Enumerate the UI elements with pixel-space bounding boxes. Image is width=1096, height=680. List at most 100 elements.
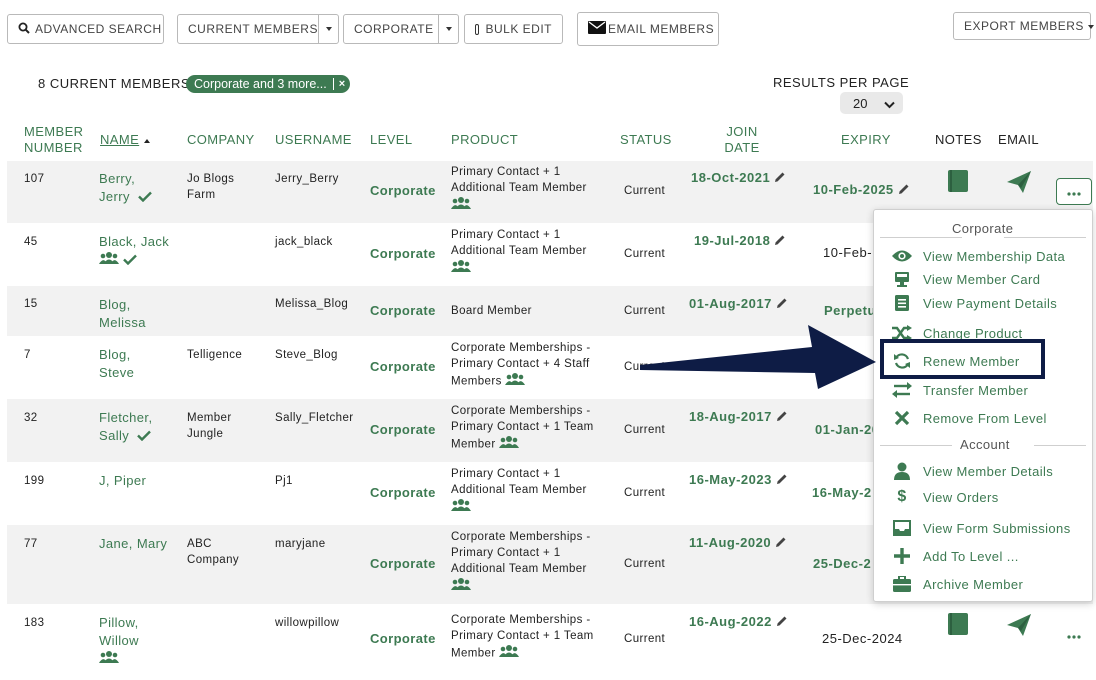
card-icon (892, 270, 912, 288)
notes-icon[interactable] (947, 612, 969, 641)
pencil-icon[interactable] (776, 473, 788, 489)
join-date[interactable]: 18-Oct-2021 (691, 170, 786, 187)
pencil-icon[interactable] (776, 297, 788, 313)
row-options-button[interactable] (1056, 178, 1092, 205)
team-icon (451, 498, 587, 517)
sort-ascending-icon (144, 138, 151, 143)
member-count: 8 CURRENT MEMBERS (38, 76, 191, 91)
username: Sally_Fletcher (275, 412, 354, 424)
menu-item-view-orders[interactable]: $ View Orders (892, 487, 999, 507)
member-name-link[interactable]: J, Piper (99, 472, 146, 490)
export-members-button[interactable]: EXPORT MEMBERS (953, 12, 1094, 40)
pencil-icon[interactable] (775, 536, 787, 552)
team-icon (451, 196, 587, 215)
status: Current (624, 185, 666, 197)
pencil-icon[interactable] (774, 234, 786, 250)
menu-item-transfer-member[interactable]: Transfer Member (892, 380, 1028, 400)
menu-item-view-payment-details[interactable]: View Payment Details (892, 293, 1057, 313)
member-name-link[interactable]: Black, Jack (99, 233, 169, 270)
join-date[interactable]: 01-Aug-2017 (689, 296, 788, 313)
join-date[interactable]: 16-Aug-2022 (689, 614, 788, 631)
team-icon (505, 372, 526, 391)
product: Corporate Memberships - Primary Contact +… (451, 529, 591, 596)
menu-item-view-member-card[interactable]: View Member Card (892, 269, 1040, 289)
menu-item-view-form-submissions[interactable]: View Form Submissions (892, 518, 1071, 538)
level: Corporate (370, 359, 436, 374)
join-date[interactable]: 16-May-2023 (689, 472, 788, 489)
current-members-label: CURRENT MEMBERS (188, 22, 318, 36)
member-name-link[interactable]: Fletcher, Sally (99, 409, 152, 446)
pencil-icon[interactable] (776, 410, 788, 426)
username: maryjane (275, 538, 326, 550)
member-number: 107 (24, 173, 45, 185)
chevron-down-icon[interactable] (438, 15, 458, 43)
member-number: 45 (24, 236, 38, 248)
member-name-link[interactable]: Jane, Mary (99, 535, 167, 553)
filter-badge[interactable]: Corporate and 3 more... × (186, 75, 351, 93)
current-members-dropdown[interactable]: CURRENT MEMBERS (177, 14, 339, 44)
member-name-link[interactable]: Blog, Melissa (99, 296, 146, 332)
notes-icon[interactable] (947, 169, 969, 198)
status: Current (624, 248, 666, 260)
member-name-link[interactable]: Berry, Jerry (99, 170, 152, 207)
column-header-notes: NOTES (935, 132, 982, 147)
status: Current (624, 633, 666, 645)
join-date[interactable]: 19-Jul-2018 (694, 233, 786, 250)
pencil-icon[interactable] (898, 183, 910, 199)
divider (1034, 445, 1086, 446)
results-per-page-select[interactable]: 20 (840, 92, 903, 114)
advanced-search-button[interactable]: ADVANCED SEARCH (7, 14, 164, 44)
column-header-join-date[interactable]: JOIN DATE (722, 124, 762, 156)
team-icon (99, 650, 139, 669)
menu-item-archive-member[interactable]: Archive Member (892, 574, 1023, 594)
menu-item-add-to-level[interactable]: Add To Level ... (892, 546, 1019, 566)
team-icon (499, 644, 520, 663)
menu-item-remove-from-level[interactable]: Remove From Level (892, 408, 1047, 428)
send-email-icon[interactable] (1007, 614, 1031, 641)
username: Steve_Blog (275, 349, 338, 361)
pencil-icon[interactable] (776, 615, 788, 631)
column-header-name[interactable]: NAME (100, 132, 151, 148)
level: Corporate (370, 556, 436, 571)
results-per-page-value: 20 (853, 95, 868, 111)
column-header-status[interactable]: STATUS (620, 132, 672, 148)
product: Corporate Memberships - Primary Contact +… (451, 403, 594, 454)
corporate-dropdown[interactable]: CORPORATE (343, 14, 459, 44)
column-header-company[interactable]: COMPANY (187, 132, 255, 148)
bulk-edit-button[interactable]: BULK EDIT (464, 14, 563, 44)
join-date[interactable]: 18-Aug-2017 (689, 409, 788, 426)
chevron-down-icon[interactable] (318, 15, 338, 43)
close-icon[interactable]: × (332, 78, 350, 90)
column-header-member-number[interactable]: MEMBER NUMBER (24, 124, 83, 156)
send-email-icon[interactable] (1007, 171, 1031, 198)
column-header-level[interactable]: LEVEL (370, 132, 412, 148)
menu-section-account: Account (954, 437, 1016, 452)
member-name-link[interactable]: Blog, Steve (99, 346, 134, 382)
column-header-product[interactable]: PRODUCT (451, 132, 518, 148)
status: Current (624, 487, 666, 499)
envelope-icon (588, 21, 606, 37)
corporate-label: CORPORATE (354, 22, 434, 36)
level: Corporate (370, 631, 436, 646)
column-header-expiry[interactable]: EXPIRY (841, 132, 891, 148)
join-date[interactable]: 11-Aug-2020 (689, 535, 787, 552)
menu-item-view-membership-data[interactable]: View Membership Data (892, 246, 1065, 266)
email-members-button[interactable]: EMAIL MEMBERS (577, 12, 719, 46)
menu-item-view-member-details[interactable]: View Member Details (892, 461, 1053, 481)
expiry-date: Perpetu (824, 303, 876, 318)
more-options-icon[interactable] (1067, 628, 1081, 644)
username: jack_black (275, 236, 333, 248)
pencil-icon[interactable] (774, 171, 786, 187)
column-header-username[interactable]: USERNAME (275, 132, 352, 148)
member-name-link[interactable]: Pillow, Willow (99, 614, 139, 669)
inbox-icon (892, 519, 912, 537)
product: Corporate Memberships - Primary Contact +… (451, 612, 594, 663)
more-options-icon (1067, 183, 1081, 201)
row-actions-menu: Corporate View Membership Data View Memb… (873, 209, 1093, 602)
eye-icon (892, 247, 912, 265)
company: Telligence (187, 349, 243, 361)
close-icon (892, 409, 912, 427)
divider (880, 445, 952, 446)
expiry-date: 16-May-2 (812, 485, 872, 500)
expiry-date[interactable]: 10-Feb-2025 (813, 182, 910, 199)
